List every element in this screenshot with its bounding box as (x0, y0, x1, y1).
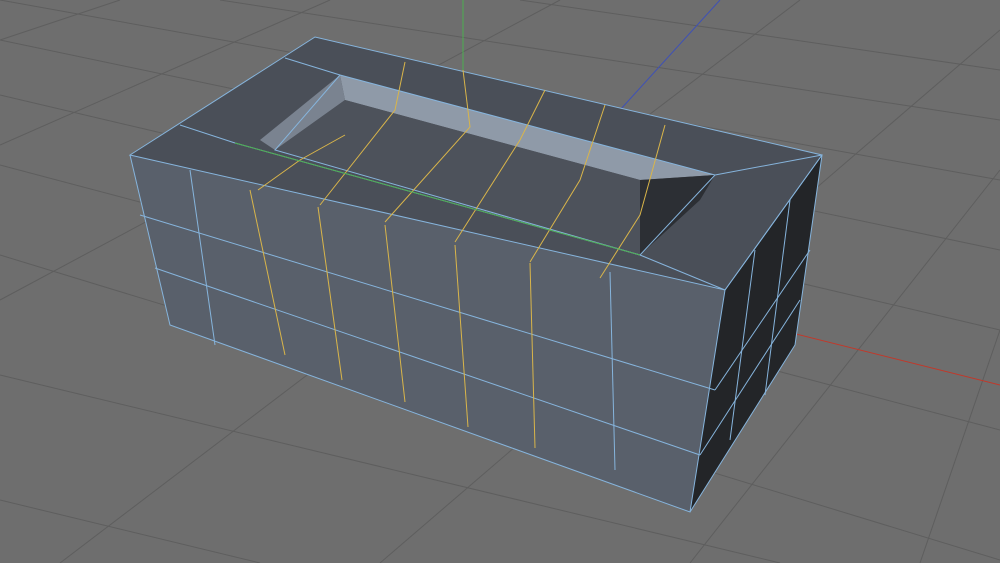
3d-viewport[interactable] (0, 0, 1000, 563)
mesh-object[interactable] (128, 36, 823, 513)
viewport-canvas[interactable] (0, 0, 1000, 563)
